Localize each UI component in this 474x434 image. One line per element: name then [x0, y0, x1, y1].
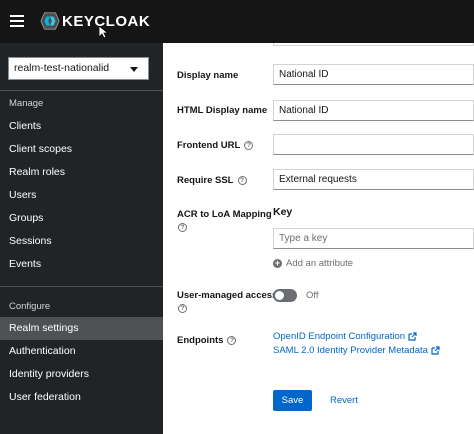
nav-item-identity-providers[interactable]: Identity providers — [0, 363, 163, 386]
nav-item-realm-roles[interactable]: Realm roles — [0, 161, 163, 184]
require-ssl-label: Require SSL? — [177, 175, 247, 186]
display-name-label: Display name — [177, 70, 239, 81]
nav-item-clients[interactable]: Clients — [0, 115, 163, 138]
help-icon[interactable]: ? — [178, 303, 187, 313]
caret-down-icon — [130, 67, 138, 72]
hamburger-icon[interactable] — [10, 15, 24, 27]
acr-loa-label: ACR to LoA Mapping — [177, 209, 272, 220]
external-link-icon — [431, 346, 440, 355]
plus-circle-icon: + — [273, 258, 282, 268]
nav-item-user-federation[interactable]: User federation — [0, 386, 163, 409]
divider — [0, 90, 163, 91]
divider — [0, 286, 163, 287]
nav-item-groups[interactable]: Groups — [0, 207, 163, 230]
nav-item-authentication[interactable]: Authentication — [0, 340, 163, 363]
user-managed-access-label: User-managed access — [177, 290, 278, 301]
keycloak-logo[interactable]: KEYCLOAK — [40, 10, 150, 32]
key-input[interactable]: Type a key — [273, 228, 474, 249]
display-name-input[interactable]: National ID — [273, 64, 474, 85]
acr-help: ? — [177, 222, 187, 233]
html-display-name-input[interactable]: National ID — [273, 100, 474, 121]
saml-metadata-link[interactable]: SAML 2.0 Identity Provider Metadata — [273, 345, 440, 356]
realm-settings-form: Display name National ID HTML Display na… — [163, 43, 474, 434]
save-button[interactable]: Save — [273, 390, 312, 411]
app-root: KEYCLOAK realm-test-nationalid Manage Cl… — [0, 0, 474, 434]
nav-item-events[interactable]: Events — [0, 253, 163, 276]
html-display-name-label: HTML Display name — [177, 105, 268, 116]
require-ssl-select[interactable]: External requests — [273, 169, 474, 190]
add-attribute-label: Add an attribute — [286, 258, 354, 269]
uma-help: ? — [177, 303, 187, 314]
masthead: KEYCLOAK — [0, 0, 474, 43]
nav-item-client-scopes[interactable]: Client scopes — [0, 138, 163, 161]
mouse-cursor-icon — [99, 26, 108, 39]
section-manage-title: Manage — [9, 98, 44, 109]
openid-endpoint-text: OpenID Endpoint Configuration — [273, 331, 406, 342]
help-icon[interactable]: ? — [244, 140, 254, 150]
help-icon[interactable]: ? — [237, 175, 247, 185]
sidebar: realm-test-nationalid Manage Clients Cli… — [0, 43, 163, 434]
frontend-url-input[interactable] — [273, 134, 474, 155]
toggle-knob — [275, 291, 284, 300]
external-link-icon — [408, 332, 417, 341]
openid-endpoint-link[interactable]: OpenID Endpoint Configuration — [273, 331, 417, 342]
section-configure-title: Configure — [9, 301, 51, 312]
endpoints-label: Endpoints? — [177, 335, 237, 346]
nav-item-users[interactable]: Users — [0, 184, 163, 207]
key-column-header: Key — [273, 206, 293, 218]
frontend-url-label: Frontend URL? — [177, 140, 254, 151]
nav-item-realm-settings[interactable]: Realm settings — [0, 317, 163, 340]
realm-name: realm-test-nationalid — [14, 62, 110, 74]
saml-metadata-text: SAML 2.0 Identity Provider Metadata — [273, 345, 428, 356]
toggle-state-label: Off — [306, 290, 319, 301]
revert-button[interactable]: Revert — [330, 390, 358, 411]
realm-selector[interactable]: realm-test-nationalid — [8, 57, 149, 80]
help-icon[interactable]: ? — [227, 335, 237, 345]
keycloak-hex-icon — [40, 12, 60, 30]
require-ssl-value: External requests — [279, 174, 357, 185]
truncated-field — [273, 43, 474, 46]
nav-item-sessions[interactable]: Sessions — [0, 230, 163, 253]
add-attribute-button[interactable]: + Add an attribute — [273, 258, 353, 269]
user-managed-access-toggle[interactable] — [273, 289, 297, 302]
help-icon[interactable]: ? — [178, 222, 187, 232]
